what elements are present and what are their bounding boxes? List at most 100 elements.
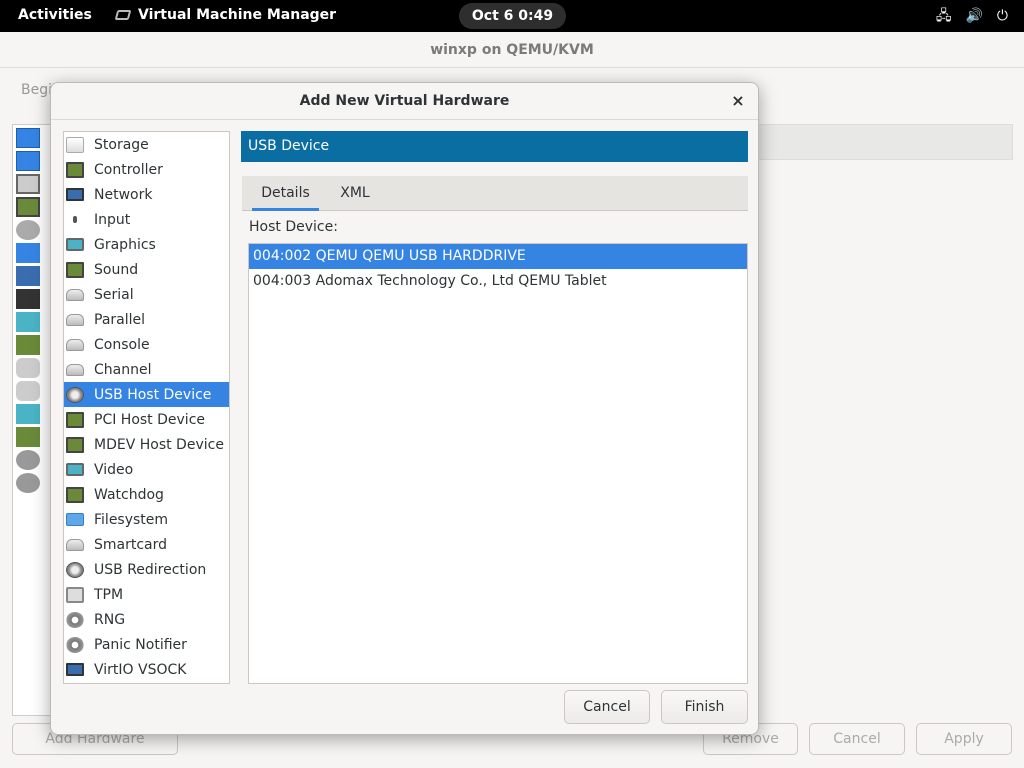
hw-item-mdev-host-device[interactable]: MDEV Host Device <box>64 432 229 457</box>
app-menu[interactable]: Virtual Machine Manager <box>114 7 337 23</box>
hw-item-label: MDEV Host Device <box>94 436 224 453</box>
hw-item-tpm[interactable]: TPM <box>64 582 229 607</box>
video-icon <box>66 463 84 476</box>
hw-item-rng[interactable]: RNG <box>64 607 229 632</box>
hardware-list-icon[interactable] <box>16 197 40 217</box>
hw-item-label: USB Host Device <box>94 386 212 403</box>
host-device-label: Host Device: <box>249 219 338 235</box>
input-icon <box>73 216 77 223</box>
hw-item-label: Storage <box>94 136 149 153</box>
volume-icon[interactable]: 🔊 <box>965 7 982 25</box>
hw-item-label: Controller <box>94 161 163 178</box>
mdev-icon <box>66 436 84 453</box>
hw-item-label: Input <box>94 211 131 228</box>
host-device-row[interactable]: 004:002 QEMU QEMU USB HARDDRIVE <box>249 244 747 269</box>
hardware-list-icon[interactable] <box>16 266 40 286</box>
hw-item-filesystem[interactable]: Filesystem <box>64 507 229 532</box>
hw-item-label: Parallel <box>94 311 146 328</box>
hw-item-parallel[interactable]: Parallel <box>64 307 229 332</box>
hw-item-label: Panic Notifier <box>94 636 187 653</box>
hw-item-label: Video <box>94 461 134 478</box>
hardware-list-icon[interactable] <box>16 289 40 309</box>
hw-item-label: Watchdog <box>94 486 164 503</box>
vm-hardware-list[interactable] <box>12 124 52 716</box>
dialog-header: Add New Virtual Hardware × <box>51 83 758 120</box>
pci-icon <box>66 411 84 428</box>
finish-button[interactable]: Finish <box>661 690 748 724</box>
hw-item-virtio-vsock[interactable]: VirtIO VSOCK <box>64 657 229 682</box>
apply-button[interactable]: Apply <box>916 723 1012 755</box>
hw-item-label: Sound <box>94 261 139 278</box>
hw-item-usb-redirection[interactable]: USB Redirection <box>64 557 229 582</box>
network-icon <box>66 188 84 201</box>
hardware-list-icon[interactable] <box>16 243 40 263</box>
window-title: winxp on QEMU/KVM <box>0 32 1024 68</box>
clock[interactable]: Oct 6 0:49 <box>459 3 566 29</box>
storage-icon <box>66 136 84 153</box>
hardware-list-icon[interactable] <box>16 335 40 355</box>
hardware-list-icon[interactable] <box>16 151 40 171</box>
hw-item-label: VirtIO VSOCK <box>94 661 187 678</box>
hardware-type-list[interactable]: Storage Controller Network Input Graphic… <box>63 131 230 684</box>
tpm-icon <box>66 586 84 603</box>
close-icon[interactable]: × <box>728 83 748 119</box>
hardware-list-icon[interactable] <box>16 312 40 332</box>
hw-item-label: RNG <box>94 611 126 628</box>
channel-icon <box>66 363 84 376</box>
hw-item-storage[interactable]: Storage <box>64 132 229 157</box>
app-name: Virtual Machine Manager <box>138 7 337 23</box>
hw-item-console[interactable]: Console <box>64 332 229 357</box>
hw-item-controller[interactable]: Controller <box>64 157 229 182</box>
hw-item-network[interactable]: Network <box>64 182 229 207</box>
power-icon[interactable]: ⏻ <box>997 7 1008 25</box>
hw-item-label: Smartcard <box>94 536 168 553</box>
hardware-list-icon[interactable] <box>16 473 40 493</box>
hardware-list-icon[interactable] <box>16 174 40 194</box>
hw-item-pci-host-device[interactable]: PCI Host Device <box>64 407 229 432</box>
parallel-icon <box>66 313 84 326</box>
hw-item-label: Channel <box>94 361 152 378</box>
cancel-button[interactable]: Cancel <box>564 690 650 724</box>
hw-item-panic-notifier[interactable]: Panic Notifier <box>64 632 229 657</box>
network-icon[interactable]: 🖧 <box>936 7 952 25</box>
graphics-icon <box>66 238 84 251</box>
system-tray[interactable]: 🖧 🔊 ⏻ <box>936 7 1008 25</box>
host-device-list[interactable]: 004:002 QEMU QEMU USB HARDDRIVE 004:003 … <box>248 243 748 684</box>
hw-item-watchdog[interactable]: Watchdog <box>64 482 229 507</box>
hw-item-video[interactable]: Video <box>64 457 229 482</box>
hw-item-label: Network <box>94 186 153 203</box>
watchdog-icon <box>66 486 84 503</box>
hardware-list-icon[interactable] <box>16 450 40 470</box>
hw-item-usb-host-device[interactable]: USB Host Device <box>64 382 229 407</box>
usb-redirection-icon <box>66 561 84 578</box>
filesystem-icon <box>66 513 84 526</box>
hw-item-smartcard[interactable]: Smartcard <box>64 532 229 557</box>
tab-bar: Details XML <box>242 176 748 211</box>
serial-icon <box>66 288 84 301</box>
virt-manager-icon <box>114 10 132 20</box>
main-cancel-button[interactable]: Cancel <box>809 723 905 755</box>
controller-icon <box>66 161 84 178</box>
hardware-list-icon[interactable] <box>16 381 40 401</box>
smartcard-icon <box>66 538 84 551</box>
tab-xml[interactable]: XML <box>330 176 380 211</box>
dialog-title: Add New Virtual Hardware <box>299 93 510 109</box>
hw-item-input[interactable]: Input <box>64 207 229 232</box>
usb-icon <box>66 386 84 403</box>
hardware-list-icon[interactable] <box>16 404 40 424</box>
hw-item-label: Console <box>94 336 150 353</box>
activities-button[interactable]: Activities <box>18 7 92 23</box>
hardware-list-icon[interactable] <box>16 358 40 378</box>
hardware-list-icon[interactable] <box>16 128 40 148</box>
tab-details[interactable]: Details <box>252 176 319 211</box>
host-device-row[interactable]: 004:003 Adomax Technology Co., Ltd QEMU … <box>249 269 747 294</box>
hardware-list-icon[interactable] <box>16 427 40 447</box>
hw-item-label: Filesystem <box>94 511 169 528</box>
hw-item-sound[interactable]: Sound <box>64 257 229 282</box>
hw-item-graphics[interactable]: Graphics <box>64 232 229 257</box>
hw-item-label: USB Redirection <box>94 561 207 578</box>
panic-notifier-icon <box>66 636 84 653</box>
hw-item-channel[interactable]: Channel <box>64 357 229 382</box>
hw-item-serial[interactable]: Serial <box>64 282 229 307</box>
hardware-list-icon[interactable] <box>16 220 40 240</box>
